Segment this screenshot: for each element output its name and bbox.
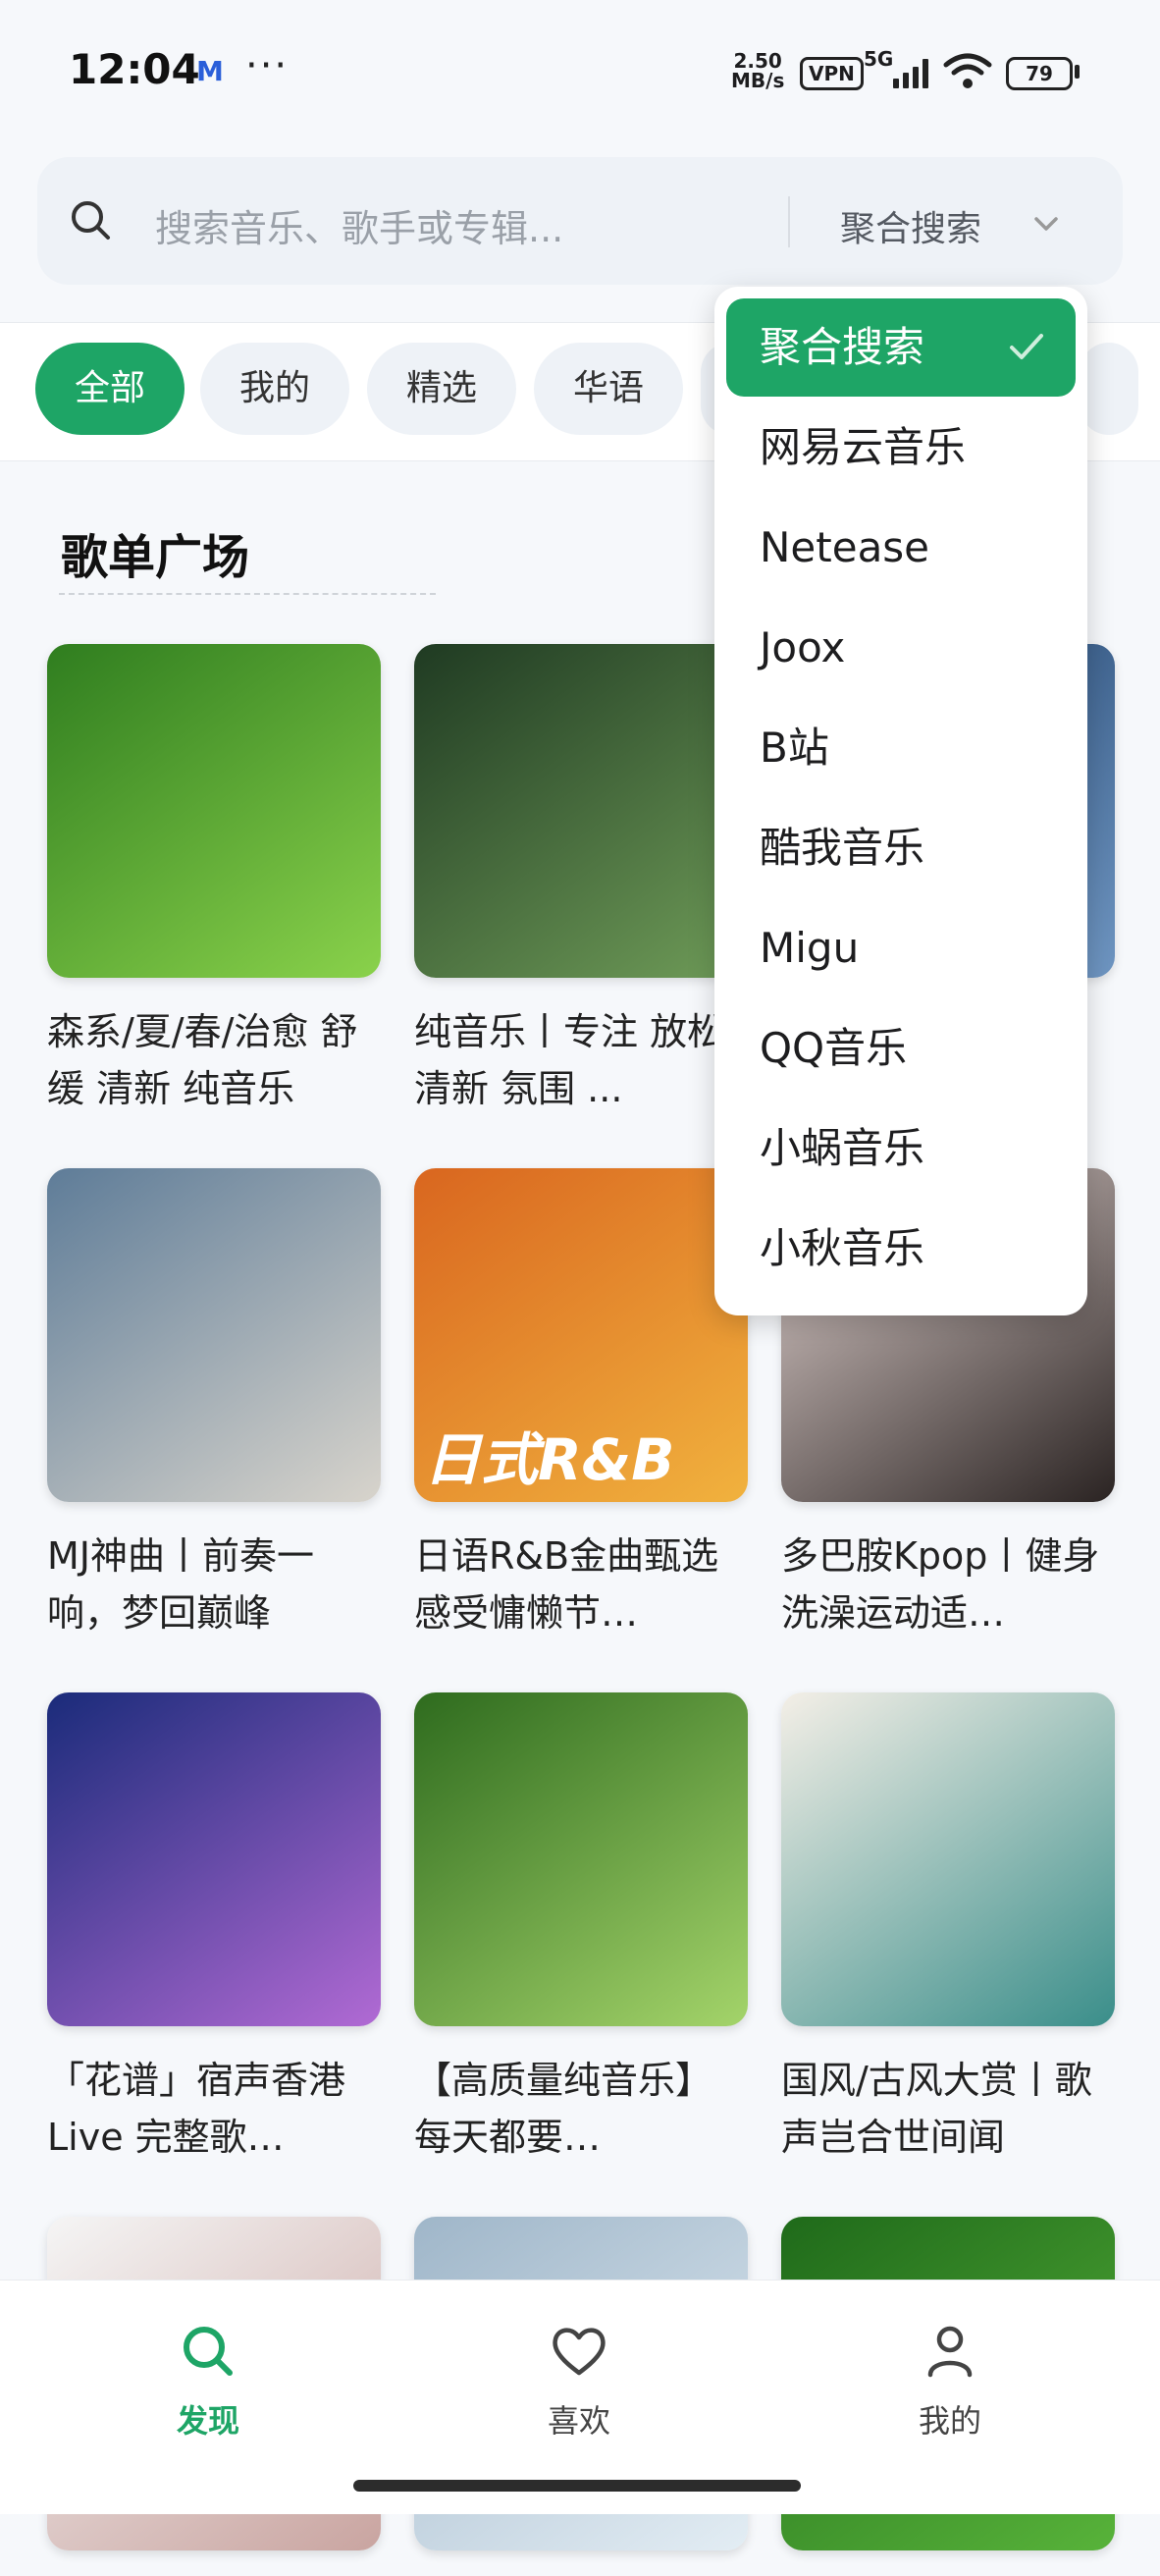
search-source-dropdown: 聚合搜索网易云音乐 Netease Joox B站酷我音乐 Migu QQ音乐小蜗音乐小秋… bbox=[714, 287, 1087, 1315]
nav-label: 喜欢 bbox=[547, 2402, 610, 2440]
network-speed: 2.50 MB/s bbox=[731, 51, 784, 90]
dropdown-option-label: B站 bbox=[760, 724, 829, 772]
heart-icon bbox=[553, 2328, 606, 2376]
wifi-icon bbox=[943, 53, 992, 88]
nav-label: 发现 bbox=[176, 2402, 239, 2440]
playlist-title: 多巴胺Kpop丨健身洗澡运动适… bbox=[781, 1534, 1100, 1635]
dropdown-option-label: 小秋音乐 bbox=[760, 1224, 925, 1272]
dropdown-option-label: QQ音乐 bbox=[760, 1024, 908, 1072]
dropdown-option[interactable]: 酷我音乐 bbox=[726, 799, 1076, 897]
section-title: 歌单广场 bbox=[61, 530, 250, 585]
network-type: 5G bbox=[864, 47, 894, 71]
nav-discover[interactable]: 发现 bbox=[110, 2320, 306, 2442]
status-time: 12:04 bbox=[69, 45, 200, 93]
dropdown-option-label: Migu bbox=[760, 924, 860, 972]
dropdown-option[interactable]: 小蜗音乐 bbox=[726, 1100, 1076, 1198]
playlist-cover[interactable]: 日式R&B bbox=[414, 1168, 748, 1502]
dropdown-option[interactable]: Netease bbox=[726, 499, 1076, 597]
playlist-cover[interactable] bbox=[47, 1168, 381, 1502]
dropdown-option[interactable]: Migu bbox=[726, 899, 1076, 997]
search-icon bbox=[72, 201, 110, 240]
playlist-cover[interactable] bbox=[781, 1692, 1115, 2026]
network-speed-value: 2.50 bbox=[733, 49, 782, 73]
battery-tip bbox=[1075, 65, 1080, 79]
network-speed-unit: MB/s bbox=[731, 69, 785, 92]
nav-mine[interactable]: 我的 bbox=[852, 2320, 1048, 2442]
more-notifications-icon: ··· bbox=[245, 43, 290, 88]
nav-favorites[interactable]: 喜欢 bbox=[481, 2320, 677, 2442]
playlist-cover[interactable] bbox=[414, 1692, 748, 2026]
playlist-card[interactable]: 森系/夏/春/治愈 舒缓 清新 纯音乐 bbox=[47, 644, 381, 1117]
search-input[interactable]: 搜索音乐、歌手或专辑... bbox=[155, 198, 563, 252]
dropdown-option-label: 聚合搜索 bbox=[760, 323, 925, 371]
playlist-title: 【高质量纯音乐】每天都要… bbox=[414, 2059, 713, 2159]
dropdown-option[interactable]: 网易云音乐 bbox=[726, 399, 1076, 497]
search-divider bbox=[788, 196, 790, 247]
filter-chip-chinese[interactable]: 华语 bbox=[534, 343, 683, 435]
home-indicator bbox=[353, 2480, 801, 2492]
cover-overlay-text: 日式R&B bbox=[424, 1426, 675, 1493]
playlist-card[interactable]: 国风/古风大赏丨歌声岂合世间闻 bbox=[781, 1692, 1115, 2166]
playlist-cover[interactable] bbox=[47, 1692, 381, 2026]
dropdown-option-label: 酷我音乐 bbox=[760, 824, 925, 872]
search-icon bbox=[184, 2327, 233, 2376]
battery-icon: 79 bbox=[1006, 57, 1073, 90]
filter-chip-mine[interactable]: 我的 bbox=[200, 343, 349, 435]
dropdown-option[interactable]: B站 bbox=[726, 699, 1076, 797]
vpn-badge: VPN bbox=[800, 57, 864, 90]
playlist-card[interactable]: 纯音乐丨专注 放松 清新 氛围 ... bbox=[414, 644, 748, 1117]
person-icon bbox=[927, 2326, 973, 2378]
dropdown-option[interactable]: 小秋音乐 bbox=[726, 1200, 1076, 1298]
status-bar: 12:04 M ··· 2.50 MB/s VPN 5G 79 bbox=[0, 0, 1160, 147]
check-icon bbox=[1010, 334, 1043, 359]
filter-chip-featured[interactable]: 精选 bbox=[367, 343, 516, 435]
dropdown-option[interactable]: Joox bbox=[726, 599, 1076, 697]
playlist-title: 森系/夏/春/治愈 舒缓 清新 纯音乐 bbox=[47, 1010, 358, 1110]
nav-label: 我的 bbox=[918, 2402, 981, 2440]
mail-notification-icon: M bbox=[196, 55, 224, 87]
dropdown-option-label: Netease bbox=[760, 523, 930, 571]
playlist-cover[interactable] bbox=[414, 644, 748, 978]
playlist-card[interactable]: 【高质量纯音乐】每天都要… bbox=[414, 1692, 748, 2166]
playlist-cover[interactable] bbox=[47, 644, 381, 978]
chevron-down-icon[interactable] bbox=[1028, 206, 1064, 242]
search-source-select[interactable]: 聚合搜索 bbox=[840, 200, 981, 251]
playlist-card[interactable]: 「花谱」宿声香港Live 完整歌… bbox=[47, 1692, 381, 2166]
signal-icon bbox=[893, 57, 936, 88]
playlist-title: MJ神曲丨前奏一响，梦回巅峰 bbox=[47, 1534, 314, 1635]
search-bar[interactable]: 搜索音乐、歌手或专辑... 聚合搜索 bbox=[37, 157, 1123, 285]
dropdown-option[interactable]: 聚合搜索 bbox=[726, 298, 1076, 397]
playlist-title: 「花谱」宿声香港Live 完整歌… bbox=[47, 2059, 346, 2159]
playlist-card[interactable]: 日式R&B 日语R&B金曲甄选 感受慵懒节… bbox=[414, 1168, 748, 1641]
dropdown-option-label: Joox bbox=[760, 623, 846, 671]
playlist-title: 国风/古风大赏丨歌声岂合世间闻 bbox=[781, 2059, 1092, 2159]
dropdown-option-label: 网易云音乐 bbox=[760, 423, 967, 471]
playlist-card[interactable]: MJ神曲丨前奏一响，梦回巅峰 bbox=[47, 1168, 381, 1641]
playlist-title: 日语R&B金曲甄选 感受慵懒节… bbox=[414, 1534, 719, 1635]
playlist-title: 纯音乐丨专注 放松 清新 氛围 ... bbox=[414, 1010, 725, 1110]
dropdown-option-label: 小蜗音乐 bbox=[760, 1124, 925, 1172]
section-underline bbox=[59, 593, 436, 595]
filter-chip-more-right[interactable] bbox=[1080, 343, 1138, 435]
filter-chip-all[interactable]: 全部 bbox=[35, 343, 185, 435]
dropdown-option[interactable]: QQ音乐 bbox=[726, 999, 1076, 1098]
